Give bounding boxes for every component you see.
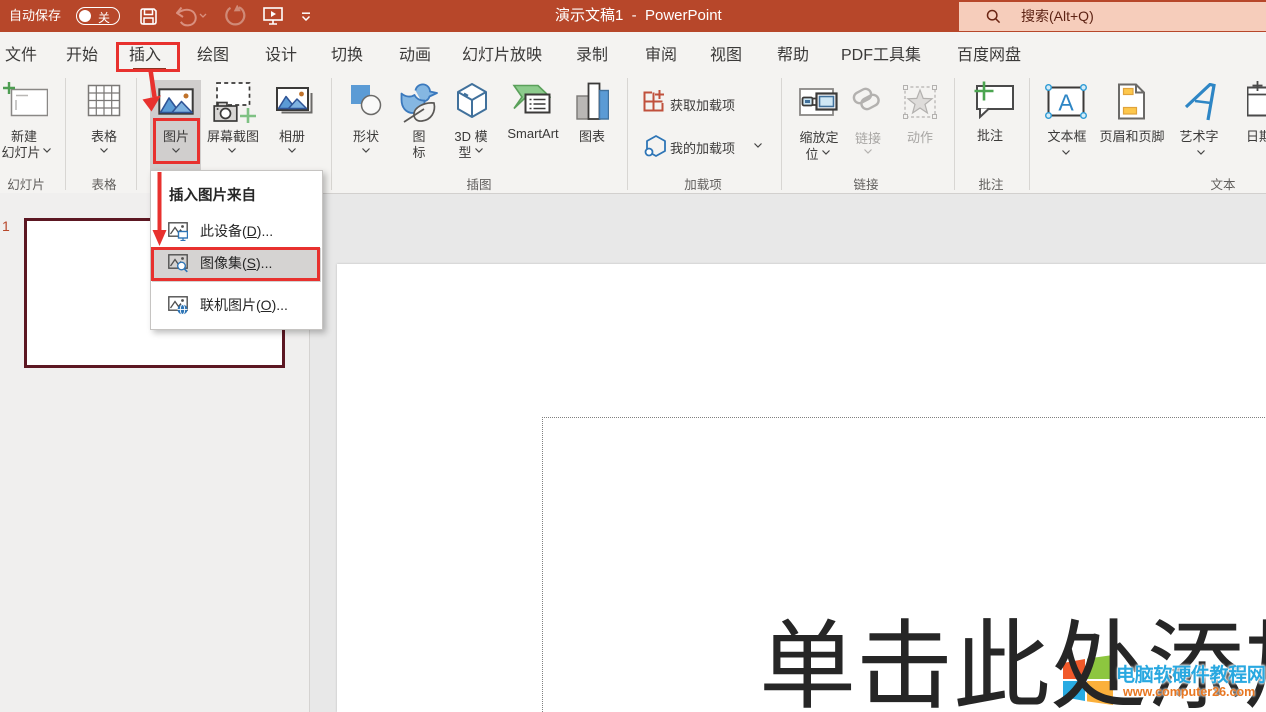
svg-text:A: A bbox=[1058, 90, 1074, 116]
